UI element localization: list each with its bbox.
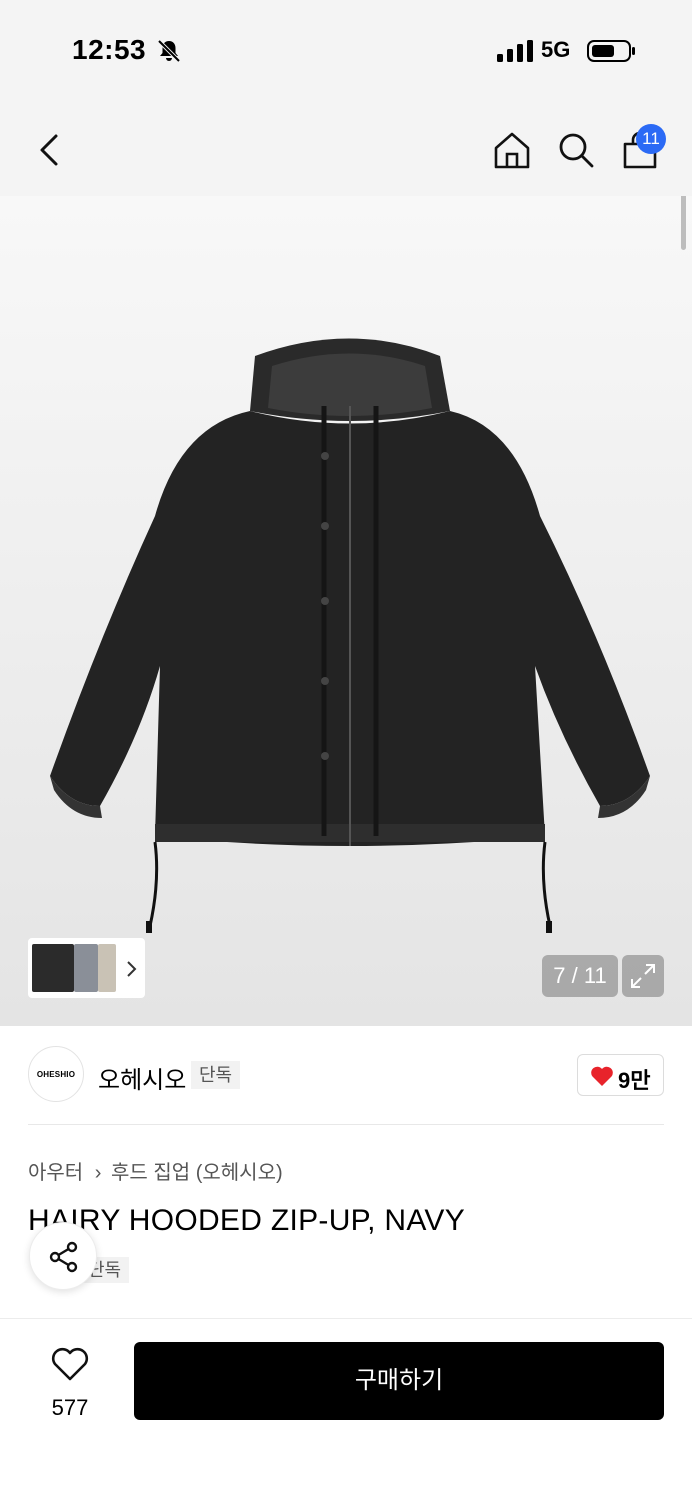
battery-icon: [587, 40, 635, 62]
status-bar: 12:53 5G: [0, 0, 692, 100]
cart-count-badge: 11: [636, 124, 666, 154]
top-nav: 11: [0, 100, 692, 196]
breadcrumb-category[interactable]: 아우터: [28, 1162, 83, 1184]
scroll-indicator[interactable]: [681, 196, 686, 250]
back-icon[interactable]: [34, 132, 66, 168]
brand-logo[interactable]: OHESHIO: [28, 1046, 84, 1102]
breadcrumb: 아우터 › 후드 집업 (오헤시오): [28, 1156, 283, 1185]
thumbnail-strip[interactable]: [28, 938, 145, 998]
wishlist-button[interactable]: 577: [34, 1347, 106, 1420]
thumbnail-image[interactable]: [32, 944, 74, 992]
product-image: [50, 338, 650, 933]
product-image-gallery[interactable]: 7 / 11: [0, 196, 692, 1026]
bell-off-icon: [157, 39, 181, 63]
chevron-right-icon[interactable]: [126, 960, 138, 978]
search-icon[interactable]: [556, 130, 596, 170]
thumbnail-image[interactable]: [98, 944, 116, 992]
thumbnail-image[interactable]: [74, 944, 98, 992]
home-icon[interactable]: [492, 130, 532, 170]
wishlist-count: 577: [51, 1395, 89, 1420]
signal-icon: [497, 40, 533, 62]
heart-outline-icon: [51, 1347, 89, 1381]
chevron-right-icon: ›: [94, 1162, 102, 1184]
buy-button[interactable]: 구매하기: [134, 1342, 664, 1420]
heart-filled-icon: [591, 1066, 613, 1086]
brand-name[interactable]: 오헤시오: [98, 1060, 186, 1095]
network-type: 5G: [541, 37, 571, 62]
divider: [28, 1124, 664, 1125]
expand-icon: [631, 964, 655, 988]
product-title: HAIRY HOODED ZIP-UP, NAVY: [28, 1204, 466, 1237]
status-time: 12:53: [72, 34, 147, 65]
bottom-action-bar: 577 구매하기: [0, 1318, 692, 1500]
expand-button[interactable]: [622, 955, 664, 997]
share-icon: [49, 1241, 78, 1273]
share-button[interactable]: [29, 1222, 97, 1290]
image-counter: 7 / 11: [542, 955, 618, 997]
exclusive-badge: 단독: [191, 1061, 241, 1089]
brand-like-button[interactable]: 9만: [577, 1054, 664, 1096]
brand-like-count: 9만: [618, 1068, 651, 1093]
breadcrumb-subcategory[interactable]: 후드 집업 (오헤시오): [111, 1162, 283, 1184]
